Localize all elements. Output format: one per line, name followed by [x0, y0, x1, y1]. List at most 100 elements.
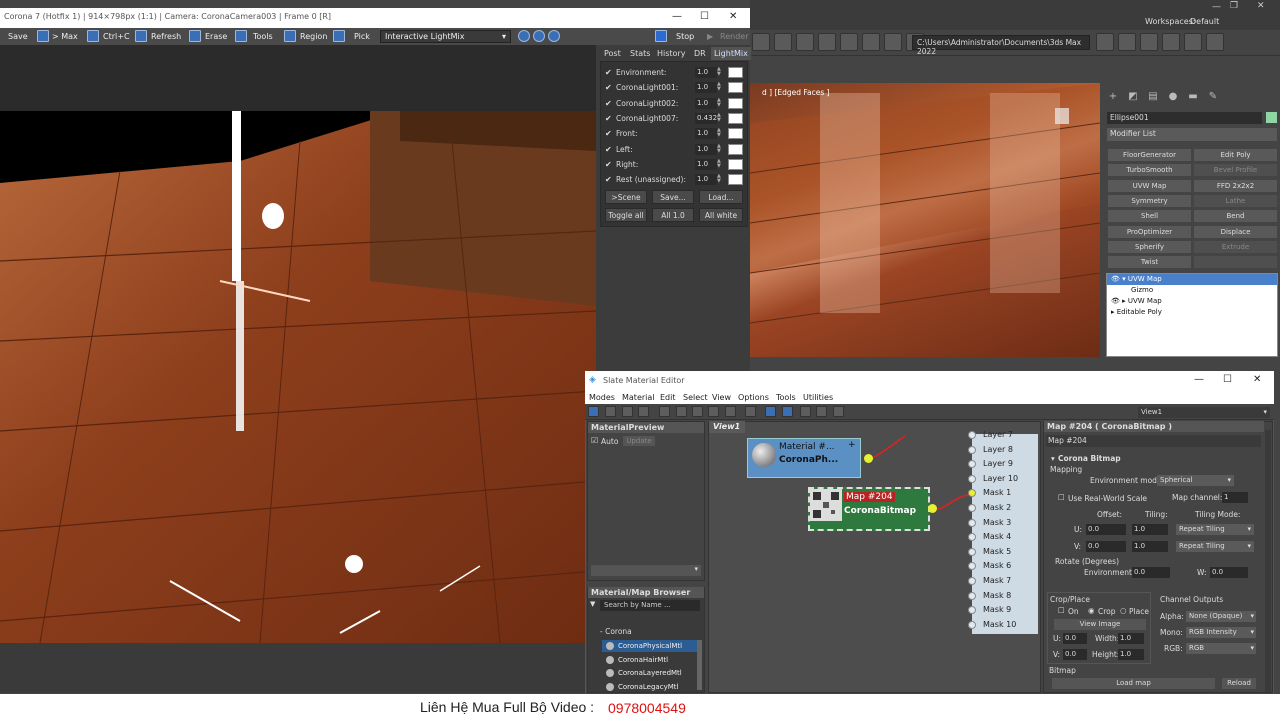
lightmix-intensity-input[interactable]: 1.0 — [695, 97, 717, 109]
eye-icon[interactable]: 👁 ▸ — [1111, 297, 1128, 305]
input-socket[interactable] — [968, 445, 976, 454]
stack-item[interactable]: Gizmo — [1107, 285, 1277, 296]
motion-icon[interactable]: ● — [1166, 91, 1180, 105]
load-lightmix-button[interactable]: Load... — [699, 190, 743, 204]
toolbar-icon[interactable] — [796, 33, 814, 51]
to-max-icon[interactable] — [37, 30, 49, 42]
lightmix-enable-checkbox[interactable]: ✔ — [605, 68, 612, 77]
lightmix-intensity-input[interactable]: 1.0 — [695, 174, 717, 186]
layered-map-slot[interactable]: Layer 10 — [968, 472, 1038, 486]
folder-icon[interactable] — [1184, 33, 1202, 51]
tab-post[interactable]: Post — [601, 47, 624, 60]
stack-item[interactable]: ▸ Editable Poly — [1107, 307, 1277, 318]
slate-tool-icon[interactable] — [816, 406, 827, 417]
modifier-button[interactable]: FloorGenerator — [1108, 149, 1191, 161]
menu-select[interactable]: Select — [683, 393, 708, 402]
input-socket[interactable] — [968, 474, 976, 483]
folder-icon[interactable] — [1162, 33, 1180, 51]
slate-tool-icon[interactable] — [745, 406, 756, 417]
menu-options[interactable]: Options — [738, 393, 769, 402]
layered-map-slot[interactable]: Mask 6 — [968, 559, 1038, 573]
w-rotation-input[interactable]: 0.0 — [1210, 567, 1248, 578]
input-socket[interactable] — [968, 591, 976, 600]
lightmix-color-swatch[interactable] — [728, 128, 743, 140]
copy-icon[interactable] — [87, 30, 99, 42]
view-image-button[interactable]: View Image — [1054, 619, 1146, 630]
menu-view[interactable]: View — [712, 393, 731, 402]
toolbar-icon[interactable] — [752, 33, 770, 51]
modifier-button[interactable]: ProOptimizer — [1108, 225, 1191, 238]
input-socket[interactable] — [968, 577, 976, 585]
tab-lightmix[interactable]: LightMix — [711, 47, 751, 60]
pick-icon[interactable] — [333, 30, 345, 42]
spinner-icon[interactable]: ▲ ▼ — [717, 143, 723, 155]
modifier-button[interactable]: Spherify — [1108, 240, 1191, 253]
crop-radio[interactable]: ◉ — [1088, 606, 1095, 615]
slate-tool-icon[interactable] — [782, 406, 793, 417]
layered-map-slot[interactable]: Layer 8 — [968, 443, 1038, 457]
render-play-icon[interactable]: ▶ — [707, 30, 713, 43]
alpha-dropdown[interactable]: None (Opaque) ▾ — [1186, 611, 1256, 622]
environment-rotation-input[interactable]: 0.0 — [1132, 567, 1170, 578]
map-name-field[interactable]: Map #204 — [1046, 435, 1261, 447]
lightmix-enable-checkbox[interactable]: ✔ — [605, 99, 612, 108]
tab-history[interactable]: History — [654, 47, 688, 60]
slate-tool-icon[interactable] — [692, 406, 703, 417]
menu-material[interactable]: Material — [622, 393, 655, 402]
slate-tool-icon[interactable] — [725, 406, 736, 417]
close-icon[interactable]: ✕ — [1257, 1, 1265, 11]
lightmix-enable-checkbox[interactable]: ✔ — [605, 83, 612, 92]
output-socket[interactable] — [864, 454, 873, 463]
copy-button[interactable]: Ctrl+C — [103, 30, 130, 43]
browser-item[interactable]: CoronaLegacyMtl — [602, 681, 700, 693]
lightmix-enable-checkbox[interactable]: ✔ — [605, 160, 612, 169]
menu-tools[interactable]: Tools — [776, 393, 796, 402]
input-socket[interactable] — [968, 518, 976, 527]
spinner-icon[interactable]: ▲ ▼ — [717, 158, 723, 170]
width-input[interactable]: 1.0 — [1118, 633, 1144, 644]
display-icon[interactable]: ▬ — [1186, 91, 1200, 105]
save-button[interactable]: Save — [8, 30, 28, 43]
modifier-button[interactable]: TurboSmooth — [1108, 164, 1191, 177]
spinner-icon[interactable]: ▲ ▼ — [717, 112, 723, 124]
eye-icon[interactable]: 👁 ▾ — [1111, 275, 1128, 283]
zoom-fit-icon[interactable] — [548, 30, 560, 42]
rollout-expand-icon[interactable]: ▾ — [1051, 454, 1055, 463]
erase-button[interactable]: Erase — [205, 30, 227, 43]
object-name-field[interactable]: Ellipse001 — [1107, 112, 1262, 124]
lightmix-enable-checkbox[interactable]: ✔ — [605, 114, 612, 123]
layered-map-slot[interactable]: Mask 1 — [968, 486, 1038, 500]
slate-tool-icon[interactable] — [708, 406, 719, 417]
lightmix-enable-checkbox[interactable]: ✔ — [605, 145, 612, 154]
modifier-button[interactable]: Shell — [1108, 210, 1191, 223]
erase-icon[interactable] — [189, 30, 201, 42]
spinner-icon[interactable]: ▲ ▼ — [717, 82, 723, 93]
perspective-viewport[interactable]: d ] [Edged Faces ] — [750, 83, 1100, 357]
folder-icon[interactable] — [1206, 33, 1224, 51]
u-tiling-mode-dropdown[interactable]: Repeat Tiling ▾ — [1176, 524, 1254, 535]
all-one-button[interactable]: All 1.0 — [652, 208, 694, 222]
input-socket[interactable] — [968, 606, 976, 615]
height-input[interactable]: 1.0 — [1118, 649, 1144, 660]
folder-icon[interactable] — [1140, 33, 1158, 51]
browser-item[interactable]: CoronaHairMtl — [602, 654, 700, 666]
input-socket[interactable] — [968, 547, 976, 556]
rgb-dropdown[interactable]: RGB ▾ — [1186, 643, 1256, 654]
parameter-scrollbar[interactable] — [1265, 430, 1271, 692]
workspaces-dropdown[interactable]: Default — [1190, 17, 1219, 26]
input-socket[interactable] — [968, 562, 976, 571]
slate-tool-icon[interactable] — [622, 406, 633, 417]
preview-dropdown[interactable]: ▾ — [591, 565, 701, 576]
mono-dropdown[interactable]: RGB Intensity ▾ — [1186, 627, 1256, 638]
modify-icon[interactable]: ◩ — [1126, 91, 1140, 105]
spinner-icon[interactable]: ▲ ▼ — [717, 97, 723, 109]
slate-tool-icon[interactable] — [800, 406, 811, 417]
region-button[interactable]: Region — [300, 30, 327, 43]
folder-icon[interactable] — [1096, 33, 1114, 51]
layered-map-slot[interactable]: Mask 3 — [968, 516, 1038, 530]
project-path-dropdown[interactable]: C:\Users\Administrator\Documents\3ds Max… — [912, 35, 1090, 56]
layered-map-slot[interactable]: Mask 4 — [968, 530, 1038, 544]
modifier-button[interactable]: Extrude — [1194, 240, 1277, 253]
lightmix-color-swatch[interactable] — [728, 82, 743, 94]
stack-item[interactable]: 👁 ▸ UVW Map — [1107, 296, 1277, 307]
